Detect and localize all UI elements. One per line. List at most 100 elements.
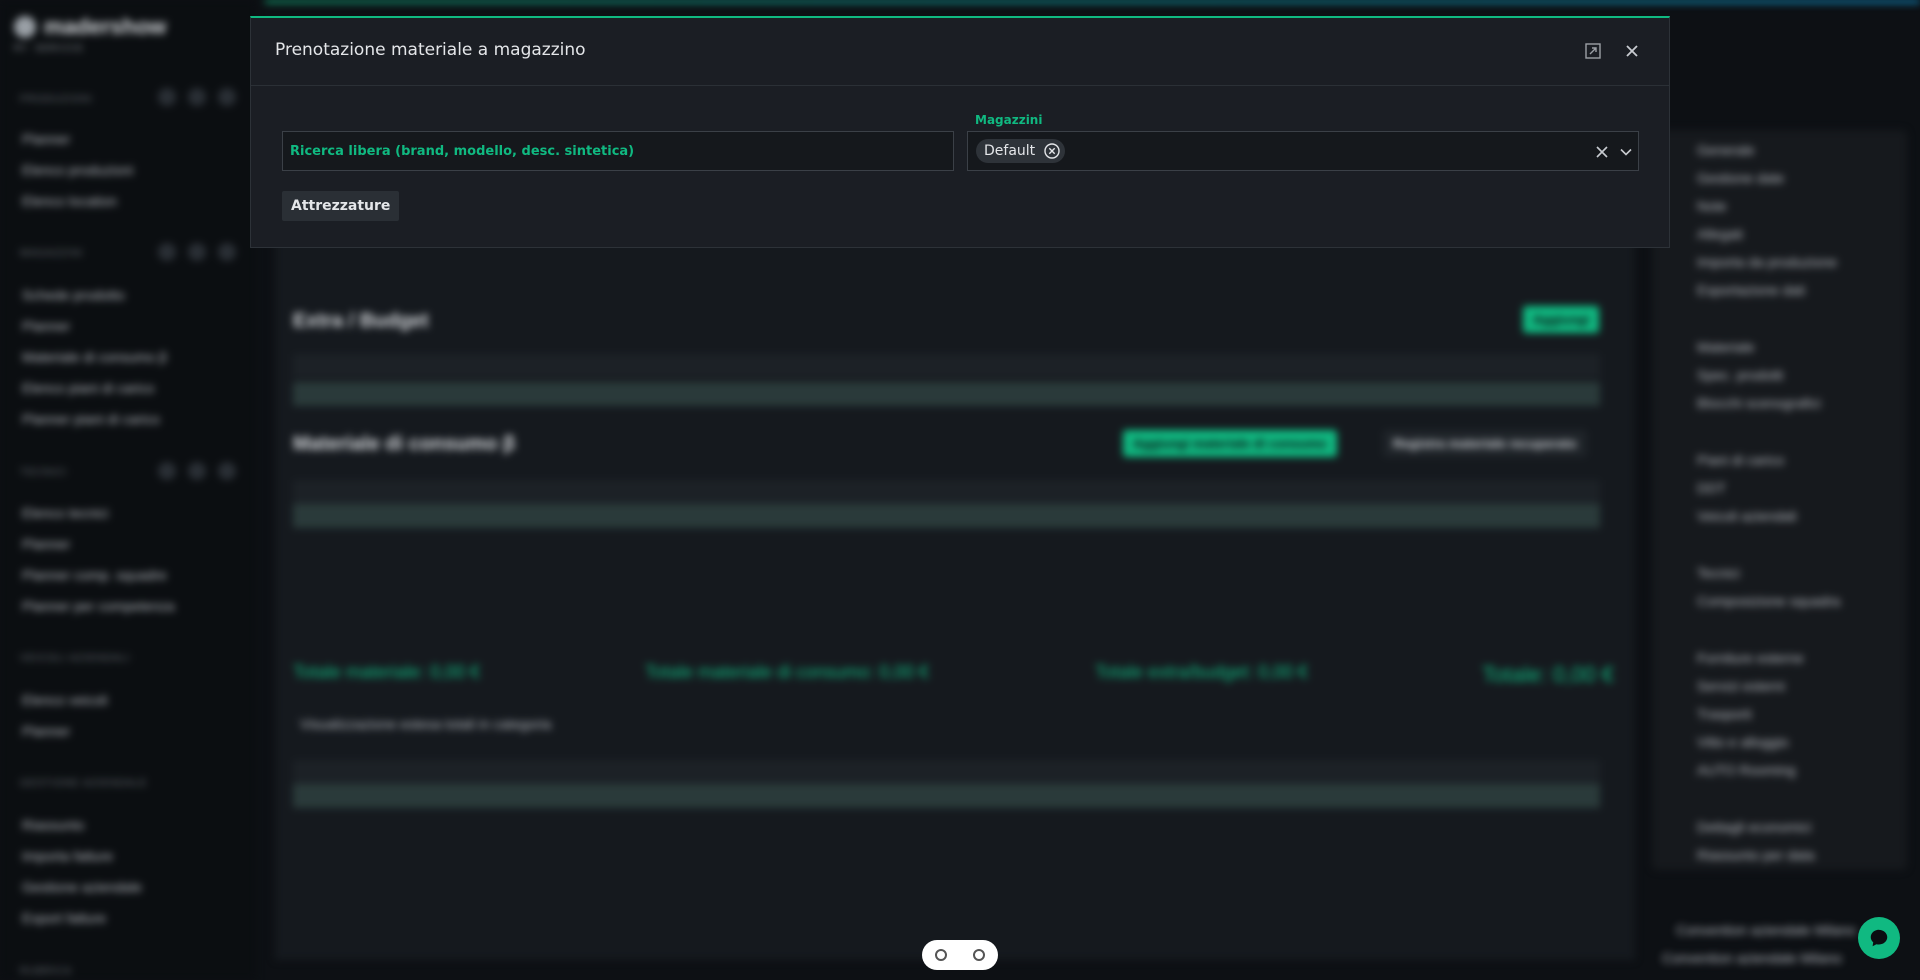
table-row	[293, 382, 1600, 406]
logo: madershow	[14, 14, 166, 40]
sidebar-item-planner[interactable]: Planner	[22, 723, 70, 739]
search-icon[interactable]	[158, 88, 176, 106]
sidebar-section-gestione: GESTIONE AZIENDALE	[20, 778, 148, 789]
right-item[interactable]: Importa da produzione	[1697, 254, 1837, 270]
target-icon[interactable]	[973, 949, 985, 961]
sidebar-item-elenco-produzioni[interactable]: Elenco produzioni	[22, 162, 133, 178]
right-item[interactable]: Forniture esterne	[1697, 650, 1804, 666]
sidebar-item-elenco-veicoli[interactable]: Elenco veicoli	[22, 692, 108, 708]
sidebar-item-planner-competenza[interactable]: Planner per competenza	[22, 598, 175, 614]
sidebar-tools	[158, 462, 236, 480]
chat-icon	[1870, 929, 1888, 947]
table-row	[293, 504, 1600, 528]
right-item[interactable]: Allegati	[1697, 226, 1743, 242]
production-subtitle: Convention aziendale Milano	[1662, 950, 1842, 966]
bottom-toolbar[interactable]	[922, 940, 998, 970]
extra-budget-title: Extra / Budget	[293, 310, 429, 332]
sidebar-item-export-fatture[interactable]: Export fatture	[22, 910, 106, 926]
right-item[interactable]: AUTO Rooming	[1697, 762, 1796, 778]
add-consumo-button[interactable]: Aggiungi materiale di consumo	[1123, 430, 1337, 457]
logo-text: madershow	[44, 14, 167, 39]
right-item[interactable]: Dettagli economici	[1697, 819, 1811, 835]
right-item[interactable]: Riassunto per data	[1697, 847, 1815, 863]
sidebar-item-riassunto[interactable]: Riassunto	[22, 817, 84, 833]
sidebar-item-planner-piani[interactable]: Planner piani di carico	[22, 411, 160, 427]
search-icon[interactable]	[158, 243, 176, 261]
warehouses-label: Magazzini	[975, 113, 1043, 127]
booking-modal: Prenotazione materiale a magazzino Magaz…	[250, 16, 1670, 248]
right-item[interactable]: Spec. prodotti	[1697, 367, 1783, 383]
search-icon[interactable]	[158, 462, 176, 480]
right-item[interactable]: Piani di carico	[1697, 452, 1784, 468]
sidebar-tools	[158, 243, 236, 261]
sidebar-item-planner[interactable]: Planner	[22, 318, 70, 334]
progress-line	[265, 0, 1920, 3]
right-item[interactable]: Tecnici	[1697, 565, 1740, 581]
gear-icon[interactable]	[218, 462, 236, 480]
right-item-active[interactable]: Materiale	[1697, 339, 1755, 355]
right-item[interactable]: Blocchi scenografici	[1697, 395, 1821, 411]
logo-subtitle: MY SERVICE	[14, 44, 85, 55]
warehouses-select[interactable]: Default	[967, 131, 1639, 171]
sidebar-section-magazzini: MAGAZZINI	[20, 248, 84, 259]
sidebar-item-planner[interactable]: Planner	[22, 131, 70, 147]
sidebar: madershow MY SERVICE PRODUZIONI Planner …	[0, 0, 256, 980]
sidebar-item-planner[interactable]: Planner	[22, 536, 70, 552]
sidebar-section-rubrica: RUBRICA	[20, 966, 73, 977]
sidebar-tools	[158, 88, 236, 106]
chip-label: Default	[984, 143, 1036, 159]
right-item[interactable]: DDT	[1697, 480, 1726, 496]
close-icon[interactable]	[1622, 41, 1642, 61]
search-field[interactable]	[282, 131, 954, 171]
sidebar-item-elenco-tecnici[interactable]: Elenco tecnici	[22, 505, 108, 521]
sidebar-item-schede-prodotto[interactable]: Schede prodotto	[22, 287, 125, 303]
right-item[interactable]: Gestione date	[1697, 170, 1784, 186]
totale-extra: Totale extra/budget: 0,00 €	[1095, 662, 1309, 682]
modal-header: Prenotazione materiale a magazzino	[251, 18, 1669, 86]
sidebar-section-veicoli: VEICOLI AZIENDALI	[20, 653, 131, 664]
sidebar-item-elenco-location[interactable]: Elenco location	[22, 193, 117, 209]
gear-icon[interactable]	[218, 243, 236, 261]
sidebar-item-piani-carico[interactable]: Elenco piani di carico	[22, 380, 154, 396]
sidebar-item-materiale-consumo[interactable]: Materiale di consumo β	[22, 349, 167, 365]
right-item[interactable]: Trasporti	[1697, 706, 1752, 722]
totale-consumo: Totale materiale di consumo: 0,00 €	[645, 662, 930, 682]
toggle-label: Visualizzazione estesa totali in categor…	[300, 716, 552, 732]
modal-title: Prenotazione materiale a magazzino	[275, 40, 586, 60]
table-row	[293, 784, 1600, 808]
chevron-down-icon[interactable]	[1618, 144, 1634, 160]
right-item[interactable]: Note	[1697, 198, 1727, 214]
table-header	[293, 354, 1600, 378]
right-item[interactable]: Veicoli aziendali	[1697, 508, 1797, 524]
table-header	[293, 480, 1600, 504]
right-item[interactable]: Vitto e alloggio	[1697, 734, 1789, 750]
sidebar-item-planner-squadre[interactable]: Planner comp. squadre	[22, 567, 167, 583]
expand-icon[interactable]	[1584, 42, 1602, 60]
register-recupero-button[interactable]: Registra materiale recuperato	[1383, 430, 1587, 457]
right-item[interactable]: Generale	[1697, 142, 1755, 158]
right-item[interactable]: Composizione squadra	[1697, 593, 1840, 609]
gear-icon[interactable]	[218, 88, 236, 106]
category-tag-attrezzature[interactable]: Attrezzature	[282, 191, 400, 221]
clear-icon[interactable]	[1594, 144, 1610, 160]
pointer-icon[interactable]	[935, 949, 947, 961]
logo-mark-icon	[14, 16, 36, 38]
remove-chip-icon[interactable]	[1043, 142, 1061, 160]
chart-icon[interactable]	[188, 243, 206, 261]
consumo-title: Materiale di consumo β	[293, 433, 516, 455]
add-button[interactable]: Aggiungi	[1523, 306, 1600, 333]
right-item[interactable]: Esportazione dati	[1697, 282, 1805, 298]
right-panel: Generale Gestione date Note Allegati Imp…	[1652, 130, 1907, 870]
production-title: Convention aziendale Milano	[1676, 922, 1856, 938]
totale: Totale: 0,00 €	[1482, 662, 1615, 687]
chat-button[interactable]	[1858, 917, 1900, 959]
right-item[interactable]: Servizi esterni	[1697, 678, 1785, 694]
warehouse-chip: Default	[976, 139, 1066, 163]
chart-icon[interactable]	[188, 88, 206, 106]
sidebar-item-gestione-aziendale[interactable]: Gestione aziendale	[22, 879, 142, 895]
totale-materiale: Totale materiale: 0,00 €	[293, 662, 481, 682]
sidebar-section-produzioni: PRODUZIONI	[20, 94, 93, 105]
chart-icon[interactable]	[188, 462, 206, 480]
sidebar-item-importa-fatture[interactable]: Importa fatture	[22, 848, 113, 864]
search-input[interactable]	[283, 132, 953, 170]
